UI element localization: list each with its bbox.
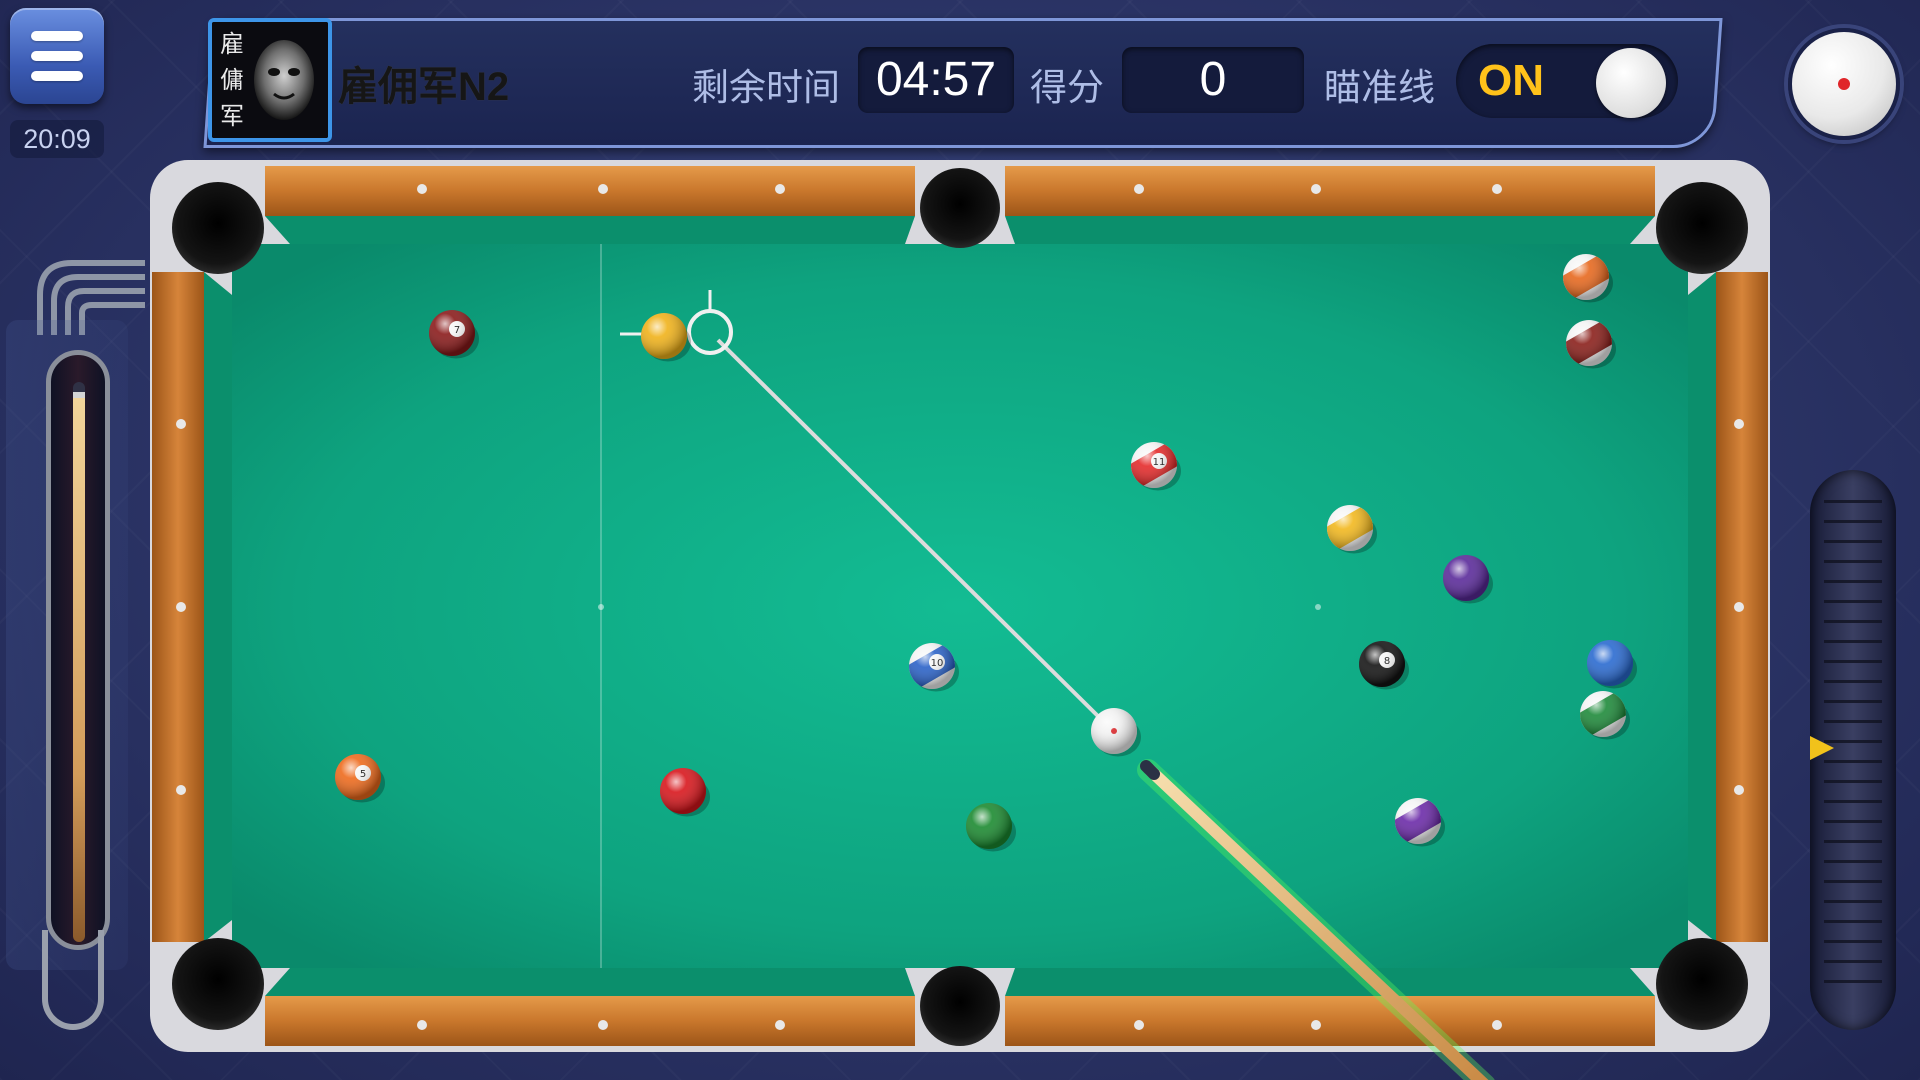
top-rail	[265, 166, 915, 216]
cushion	[1005, 216, 1655, 244]
bottom-rail	[1005, 996, 1655, 1046]
cushion	[1005, 968, 1655, 996]
pocket	[172, 182, 264, 274]
table-spot	[598, 604, 604, 610]
cushion	[204, 272, 232, 942]
bottom-rail	[265, 996, 915, 1046]
cushion	[265, 968, 915, 996]
pool-table: 7118105	[150, 160, 1770, 1080]
pocket	[920, 168, 1000, 248]
pocket	[1656, 182, 1748, 274]
cushion	[265, 216, 915, 244]
pocket	[920, 966, 1000, 1046]
table-spot	[1315, 604, 1321, 610]
cushion	[1688, 272, 1716, 942]
pocket	[1656, 938, 1748, 1030]
top-rail	[1005, 166, 1655, 216]
pocket	[172, 938, 264, 1030]
